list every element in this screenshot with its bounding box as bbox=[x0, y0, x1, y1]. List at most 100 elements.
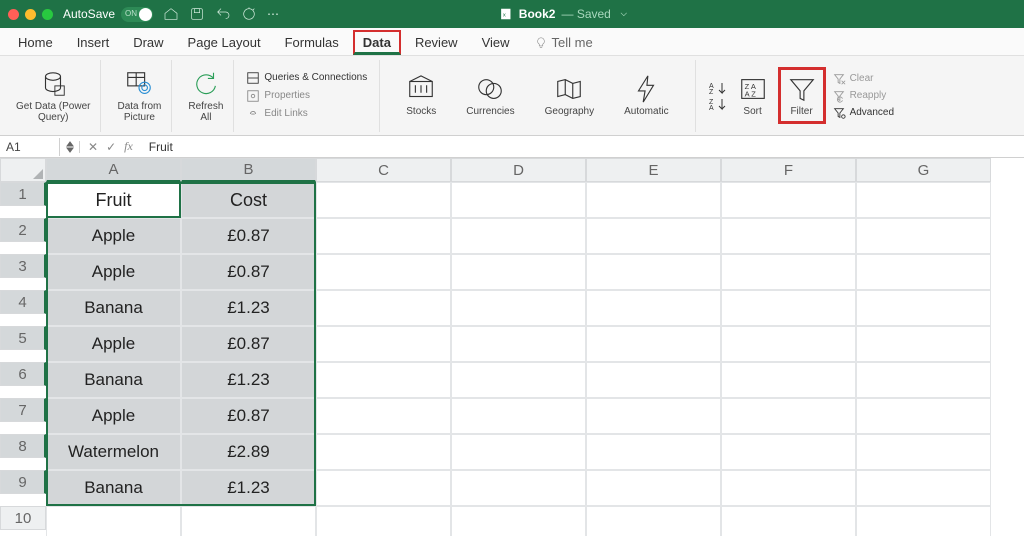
cell-F3[interactable] bbox=[721, 254, 856, 290]
cell-D6[interactable] bbox=[451, 362, 586, 398]
column-header-F[interactable]: F bbox=[721, 158, 856, 182]
cell-D4[interactable] bbox=[451, 290, 586, 326]
cell-E6[interactable] bbox=[586, 362, 721, 398]
grid[interactable]: ABCDEFG1FruitCost2Apple£0.873Apple£0.874… bbox=[0, 158, 1024, 536]
cancel-formula-icon[interactable]: ✕ bbox=[88, 140, 98, 154]
cell-B2[interactable]: £0.87 bbox=[181, 218, 316, 254]
cell-B5[interactable]: £0.87 bbox=[181, 326, 316, 362]
cell-G5[interactable] bbox=[856, 326, 991, 362]
cell-G2[interactable] bbox=[856, 218, 991, 254]
cell-F5[interactable] bbox=[721, 326, 856, 362]
cell-A10[interactable] bbox=[46, 506, 181, 536]
tab-data[interactable]: Data bbox=[353, 30, 401, 55]
row-header-9[interactable]: 9 bbox=[0, 470, 46, 494]
tab-page-layout[interactable]: Page Layout bbox=[178, 30, 271, 55]
cell-D7[interactable] bbox=[451, 398, 586, 434]
get-data-button[interactable]: Get Data (Power Query) bbox=[12, 67, 94, 125]
reapply-filter-button[interactable]: Reapply bbox=[832, 89, 887, 103]
sort-asc-desc-buttons[interactable]: AZ ZA bbox=[708, 81, 728, 111]
home-icon[interactable] bbox=[163, 6, 179, 22]
automatic-button[interactable]: Automatic bbox=[620, 72, 672, 119]
cell-A2[interactable]: Apple bbox=[46, 218, 181, 254]
undo-icon[interactable] bbox=[215, 6, 231, 22]
cell-A1[interactable]: Fruit bbox=[46, 182, 181, 218]
edit-links-button[interactable]: Edit Links bbox=[246, 107, 307, 121]
cell-F1[interactable] bbox=[721, 182, 856, 218]
cell-B9[interactable]: £1.23 bbox=[181, 470, 316, 506]
cell-E9[interactable] bbox=[586, 470, 721, 506]
document-title[interactable]: x Book2 — Saved bbox=[499, 7, 631, 21]
cell-D5[interactable] bbox=[451, 326, 586, 362]
tab-review[interactable]: Review bbox=[405, 30, 468, 55]
column-header-E[interactable]: E bbox=[586, 158, 721, 182]
window-controls[interactable] bbox=[8, 9, 53, 20]
cell-A4[interactable]: Banana bbox=[46, 290, 181, 326]
row-header-6[interactable]: 6 bbox=[0, 362, 46, 386]
cell-A7[interactable]: Apple bbox=[46, 398, 181, 434]
cell-C5[interactable] bbox=[316, 326, 451, 362]
cell-E2[interactable] bbox=[586, 218, 721, 254]
name-box[interactable]: A1 bbox=[0, 138, 60, 156]
cell-C4[interactable] bbox=[316, 290, 451, 326]
cell-B8[interactable]: £2.89 bbox=[181, 434, 316, 470]
column-header-A[interactable]: A bbox=[46, 158, 181, 182]
redo-icon[interactable] bbox=[241, 6, 257, 22]
tell-me-search[interactable]: Tell me bbox=[524, 30, 603, 55]
column-header-D[interactable]: D bbox=[451, 158, 586, 182]
sort-button[interactable]: Z AA Z Sort bbox=[734, 72, 772, 119]
save-icon[interactable] bbox=[189, 6, 205, 22]
row-header-5[interactable]: 5 bbox=[0, 326, 46, 350]
cell-E8[interactable] bbox=[586, 434, 721, 470]
cell-G9[interactable] bbox=[856, 470, 991, 506]
cell-B7[interactable]: £0.87 bbox=[181, 398, 316, 434]
fx-icon[interactable]: fx bbox=[124, 139, 133, 154]
cell-A8[interactable]: Watermelon bbox=[46, 434, 181, 470]
cell-G7[interactable] bbox=[856, 398, 991, 434]
cell-E3[interactable] bbox=[586, 254, 721, 290]
cell-C10[interactable] bbox=[316, 506, 451, 536]
cell-F7[interactable] bbox=[721, 398, 856, 434]
cell-E10[interactable] bbox=[586, 506, 721, 536]
tab-view[interactable]: View bbox=[472, 30, 520, 55]
cell-C2[interactable] bbox=[316, 218, 451, 254]
cell-D3[interactable] bbox=[451, 254, 586, 290]
tab-formulas[interactable]: Formulas bbox=[275, 30, 349, 55]
cell-C7[interactable] bbox=[316, 398, 451, 434]
row-header-10[interactable]: 10 bbox=[0, 506, 46, 530]
cell-A3[interactable]: Apple bbox=[46, 254, 181, 290]
row-header-2[interactable]: 2 bbox=[0, 218, 46, 242]
cell-G4[interactable] bbox=[856, 290, 991, 326]
row-header-8[interactable]: 8 bbox=[0, 434, 46, 458]
cell-F10[interactable] bbox=[721, 506, 856, 536]
tab-insert[interactable]: Insert bbox=[67, 30, 120, 55]
cell-D8[interactable] bbox=[451, 434, 586, 470]
cell-D1[interactable] bbox=[451, 182, 586, 218]
cell-B4[interactable]: £1.23 bbox=[181, 290, 316, 326]
cell-E4[interactable] bbox=[586, 290, 721, 326]
properties-button[interactable]: Properties bbox=[246, 89, 310, 103]
name-box-dropdown[interactable] bbox=[60, 141, 80, 153]
data-from-picture-button[interactable]: Data from Picture bbox=[113, 67, 165, 125]
filter-button[interactable]: Filter bbox=[783, 72, 821, 119]
sort-desc-icon[interactable]: ZA bbox=[708, 97, 728, 111]
cell-G3[interactable] bbox=[856, 254, 991, 290]
cell-C3[interactable] bbox=[316, 254, 451, 290]
cell-E5[interactable] bbox=[586, 326, 721, 362]
cell-G1[interactable] bbox=[856, 182, 991, 218]
cell-A9[interactable]: Banana bbox=[46, 470, 181, 506]
row-header-3[interactable]: 3 bbox=[0, 254, 46, 278]
cell-B1[interactable]: Cost bbox=[181, 182, 316, 218]
cell-B10[interactable] bbox=[181, 506, 316, 536]
accept-formula-icon[interactable]: ✓ bbox=[106, 140, 116, 154]
sort-asc-icon[interactable]: AZ bbox=[708, 81, 728, 95]
cell-D2[interactable] bbox=[451, 218, 586, 254]
cell-G10[interactable] bbox=[856, 506, 991, 536]
close-window-icon[interactable] bbox=[8, 9, 19, 20]
select-all-corner[interactable] bbox=[0, 158, 46, 182]
stocks-button[interactable]: Stocks bbox=[402, 72, 440, 119]
cell-C9[interactable] bbox=[316, 470, 451, 506]
cell-D10[interactable] bbox=[451, 506, 586, 536]
advanced-filter-button[interactable]: Advanced bbox=[832, 106, 894, 120]
cell-F8[interactable] bbox=[721, 434, 856, 470]
cell-D9[interactable] bbox=[451, 470, 586, 506]
